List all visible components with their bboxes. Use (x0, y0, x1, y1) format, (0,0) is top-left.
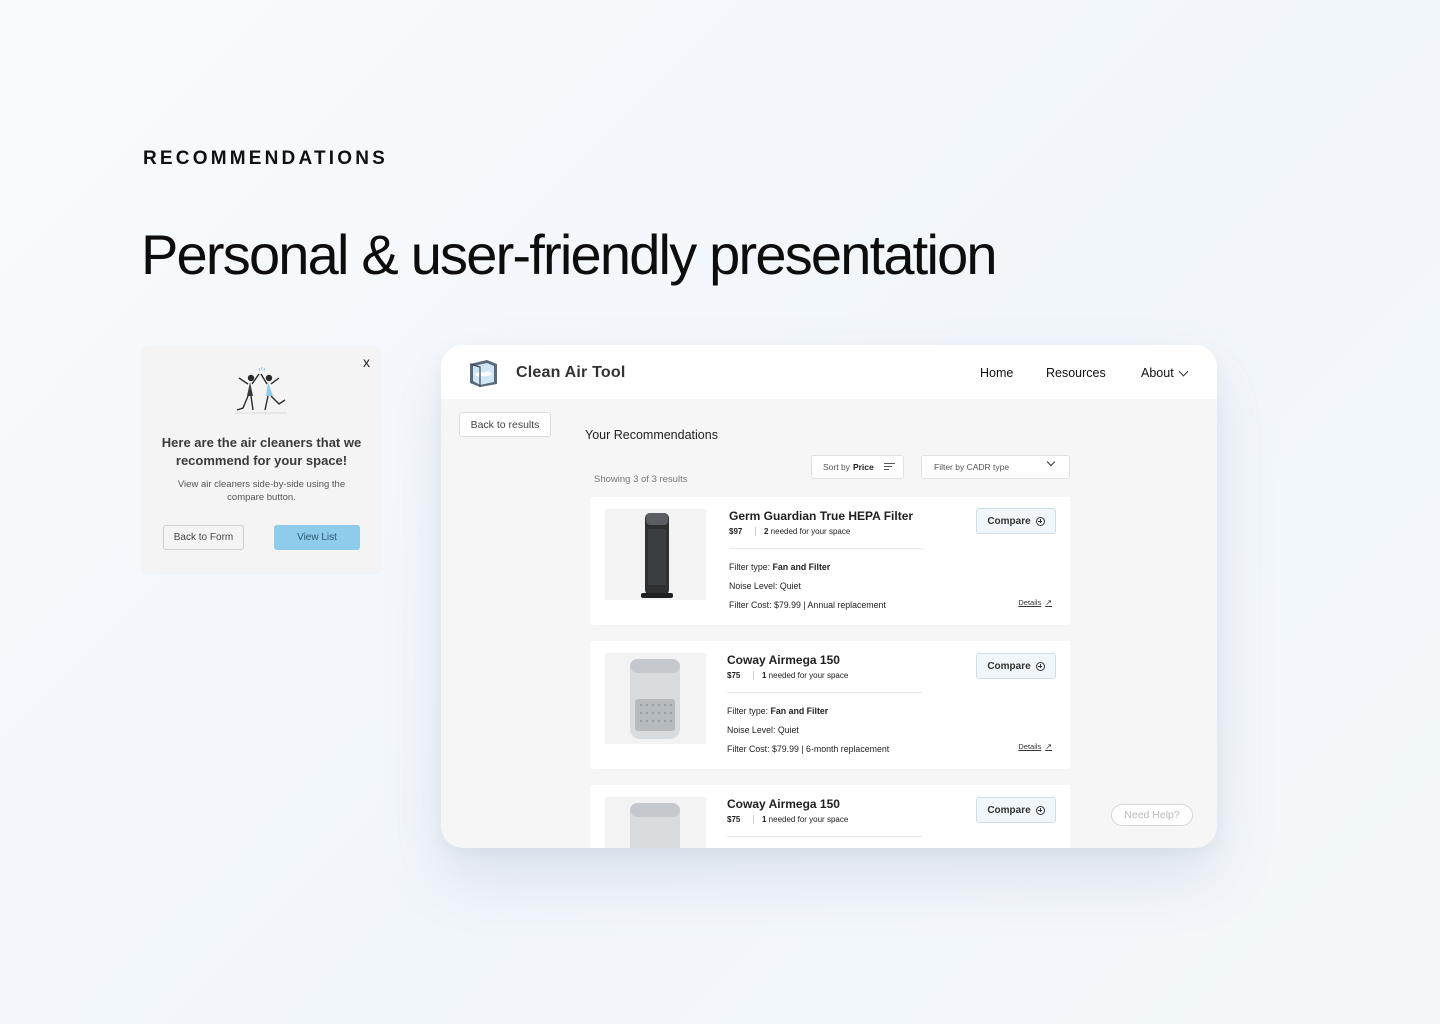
product-price: $97 (729, 527, 743, 536)
sort-dropdown[interactable]: Sort by Price (811, 455, 904, 479)
product-meta: $75 1 needed for your space (727, 815, 848, 824)
section-title: Your Recommendations (585, 428, 718, 442)
product-card: Coway Airmega 150 $75 1 needed for your … (590, 641, 1070, 769)
filter-type-value: Fan and Filter (772, 562, 831, 572)
nav-home[interactable]: Home (980, 366, 1013, 380)
celebrating-people-icon (235, 367, 287, 414)
close-icon[interactable]: x (363, 354, 370, 370)
needed-count-text: needed for your space (768, 527, 851, 536)
product-meta: $97 2 needed for your space (729, 527, 850, 536)
filter-dropdown[interactable]: Filter by CADR type (921, 455, 1070, 479)
need-help-button[interactable]: Need Help? (1111, 804, 1193, 826)
filter-type-value: Fan and Filter (770, 706, 829, 716)
sort-prefix: Sort by (823, 462, 850, 472)
needed-count: 1 needed for your space (762, 815, 848, 824)
app-window: Clean Air Tool Home Resources About Back… (441, 345, 1217, 848)
nav-about-label: About (1141, 366, 1174, 380)
meta-divider (753, 815, 754, 824)
product-price: $75 (727, 815, 741, 824)
section-eyebrow: RECOMMENDATIONS (143, 148, 389, 169)
compare-button[interactable]: Compare (976, 797, 1056, 823)
clean-air-box-icon[interactable] (467, 358, 499, 388)
needed-count-text: needed for your space (766, 815, 849, 824)
meta-divider (753, 671, 754, 680)
meta-divider (755, 527, 756, 536)
product-image (605, 653, 706, 744)
filter-type: Filter type: Fan and Filter (727, 706, 828, 716)
modal-subtitle: View air cleaners side-by-side using the… (177, 479, 346, 503)
plus-circle-icon (1035, 661, 1045, 671)
details-link[interactable]: Details ↗ (1018, 742, 1052, 751)
divider (727, 836, 922, 837)
app-header: Clean Air Tool Home Resources About (441, 345, 1217, 399)
needed-count: 1 needed for your space (762, 671, 848, 680)
compare-label: Compare (987, 660, 1031, 672)
plus-circle-icon (1035, 516, 1045, 526)
results-count: Showing 3 of 3 results (594, 474, 688, 485)
compare-button[interactable]: Compare (976, 653, 1056, 679)
sort-value: Price (852, 462, 874, 472)
back-to-results-button[interactable]: Back to results (459, 412, 551, 437)
plus-circle-icon (1035, 805, 1045, 815)
brand-name[interactable]: Clean Air Tool (516, 364, 625, 382)
details-link[interactable]: Details ↗ (1018, 598, 1052, 607)
product-price: $75 (727, 671, 741, 680)
sort-icon (883, 463, 895, 471)
needed-count-text: needed for your space (766, 671, 849, 680)
compare-button[interactable]: Compare (976, 508, 1056, 534)
product-image (605, 509, 706, 600)
external-arrow-icon: ↗ (1045, 598, 1052, 607)
nav-resources[interactable]: Resources (1046, 366, 1106, 380)
product-card: Coway Airmega 150 $75 1 needed for your … (590, 785, 1070, 848)
compare-label: Compare (987, 804, 1031, 816)
product-name: Coway Airmega 150 (727, 653, 840, 667)
filter-cost: Filter Cost: $79.99 | Annual replacement (729, 600, 886, 610)
details-label: Details (1018, 742, 1042, 751)
needed-count: 2 needed for your space (764, 527, 850, 536)
back-to-form-button[interactable]: Back to Form (163, 525, 244, 550)
product-name: Germ Guardian True HEPA Filter (729, 509, 914, 523)
recommendation-modal: x Here are the air cleaners that we reco… (143, 346, 380, 572)
view-list-button[interactable]: View List (274, 525, 360, 550)
modal-title: Here are the air cleaners that we recomm… (161, 435, 362, 468)
product-card: Germ Guardian True HEPA Filter $97 2 nee… (590, 497, 1070, 625)
filter-placeholder: Filter by CADR type (934, 462, 1010, 472)
compare-label: Compare (987, 515, 1031, 527)
product-meta: $75 1 needed for your space (727, 671, 848, 680)
details-label: Details (1018, 598, 1042, 607)
chevron-down-icon (1046, 457, 1056, 467)
filter-type-label: Filter type: (729, 562, 773, 572)
noise-level: Noise Level: Quiet (729, 581, 801, 591)
external-arrow-icon: ↗ (1045, 742, 1052, 751)
product-name: Coway Airmega 150 (727, 797, 840, 811)
filter-cost: Filter Cost: $79.99 | 6-month replacemen… (727, 744, 890, 754)
chevron-down-icon (1178, 366, 1189, 376)
divider (729, 548, 924, 549)
page-headline: Personal & user-friendly presentation (141, 223, 998, 286)
nav-about[interactable]: About (1141, 366, 1189, 380)
product-image (605, 797, 706, 848)
filter-type-label: Filter type: (727, 706, 771, 716)
divider (727, 692, 922, 693)
noise-level: Noise Level: Quiet (727, 725, 799, 735)
filter-type: Filter type: Fan and Filter (729, 562, 830, 572)
